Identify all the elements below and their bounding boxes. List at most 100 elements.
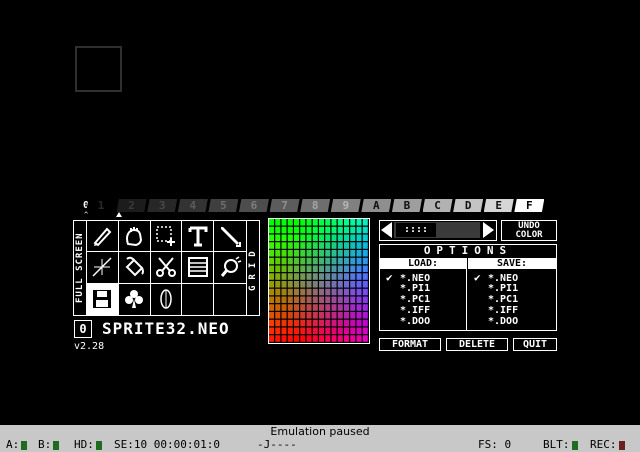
color-swatch[interactable]	[337, 319, 343, 327]
color-swatch[interactable]	[281, 327, 287, 335]
color-swatch[interactable]	[350, 281, 356, 288]
color-swatch[interactable]	[275, 304, 281, 311]
color-swatch[interactable]	[337, 242, 343, 249]
arrow-right-icon[interactable]	[483, 222, 494, 238]
color-swatch[interactable]	[350, 327, 356, 335]
palette-tab[interactable]: 2	[116, 199, 147, 212]
layer-badge[interactable]: 0	[74, 320, 92, 338]
color-swatch[interactable]	[269, 234, 275, 242]
color-swatch[interactable]	[300, 281, 306, 288]
color-swatch[interactable]	[294, 281, 300, 288]
tool-paint-bucket[interactable]	[118, 252, 151, 284]
color-swatch[interactable]	[325, 296, 331, 304]
color-swatch[interactable]	[331, 319, 337, 327]
color-swatch[interactable]	[319, 312, 325, 319]
color-swatch[interactable]	[287, 226, 293, 234]
color-swatch[interactable]	[306, 296, 312, 304]
color-swatch[interactable]	[300, 327, 306, 335]
color-swatch[interactable]	[362, 312, 368, 319]
color-swatch[interactable]	[287, 265, 293, 273]
color-swatch[interactable]	[331, 327, 337, 335]
color-swatch[interactable]	[294, 335, 300, 342]
color-swatch[interactable]	[337, 288, 343, 296]
color-swatch[interactable]	[319, 250, 325, 257]
color-swatch[interactable]	[356, 312, 362, 319]
color-swatch[interactable]	[306, 319, 312, 327]
color-swatch[interactable]	[319, 304, 325, 311]
color-swatch[interactable]	[294, 288, 300, 296]
color-swatch[interactable]	[275, 226, 281, 234]
color-swatch[interactable]	[350, 296, 356, 304]
color-swatch[interactable]	[350, 265, 356, 273]
palette-tab[interactable]: 4	[177, 199, 208, 212]
color-swatch[interactable]	[344, 281, 350, 288]
color-swatch[interactable]	[281, 242, 287, 249]
color-swatch[interactable]	[362, 296, 368, 304]
color-swatch[interactable]	[350, 288, 356, 296]
color-swatch[interactable]	[306, 265, 312, 273]
color-swatch[interactable]	[319, 273, 325, 280]
color-swatch[interactable]	[294, 242, 300, 249]
color-swatch[interactable]	[356, 281, 362, 288]
color-swatch[interactable]	[350, 304, 356, 311]
color-swatch[interactable]	[269, 288, 275, 296]
palette-tab[interactable]: 7	[269, 199, 300, 212]
color-swatch[interactable]	[319, 296, 325, 304]
color-swatch[interactable]	[300, 296, 306, 304]
color-swatch[interactable]	[306, 327, 312, 335]
color-swatch[interactable]	[337, 265, 343, 273]
save-option[interactable]: ✔ *.NEO	[474, 272, 554, 284]
color-swatch[interactable]	[344, 219, 350, 226]
color-swatch[interactable]	[312, 327, 318, 335]
color-swatch[interactable]	[294, 327, 300, 335]
full-screen-toggle[interactable]: FULL SCREEN	[73, 220, 87, 316]
color-swatch[interactable]	[312, 250, 318, 257]
load-option[interactable]: ✔ *.NEO	[386, 272, 464, 284]
color-swatch[interactable]	[331, 234, 337, 242]
color-swatch[interactable]	[281, 312, 287, 319]
palette-tab[interactable]: A	[361, 199, 392, 212]
color-swatch[interactable]	[269, 327, 275, 335]
color-swatch[interactable]	[331, 265, 337, 273]
save-option[interactable]: *.PI1	[474, 283, 554, 294]
color-swatch[interactable]	[319, 265, 325, 273]
color-swatch[interactable]	[337, 226, 343, 234]
color-swatch[interactable]	[356, 257, 362, 265]
color-swatch[interactable]	[350, 234, 356, 242]
color-swatch[interactable]	[269, 226, 275, 234]
color-swatch[interactable]	[306, 250, 312, 257]
color-swatch[interactable]	[325, 288, 331, 296]
color-swatch[interactable]	[306, 312, 312, 319]
color-swatch[interactable]	[331, 288, 337, 296]
palette-tab[interactable]: 9	[330, 199, 361, 212]
color-swatch[interactable]	[325, 234, 331, 242]
color-swatch[interactable]	[356, 288, 362, 296]
tool-window[interactable]	[182, 252, 215, 284]
color-swatch[interactable]	[350, 219, 356, 226]
color-swatch[interactable]	[312, 226, 318, 234]
color-swatch[interactable]	[344, 265, 350, 273]
save-option[interactable]: *.IFF	[474, 305, 554, 316]
color-swatch[interactable]	[319, 335, 325, 342]
color-picker[interactable]	[268, 218, 370, 344]
color-swatch[interactable]	[269, 281, 275, 288]
color-swatch[interactable]	[356, 273, 362, 280]
color-swatch[interactable]	[275, 312, 281, 319]
color-swatch[interactable]	[337, 219, 343, 226]
color-swatch[interactable]	[294, 312, 300, 319]
tool-brush[interactable]	[214, 221, 246, 253]
color-swatch[interactable]	[281, 296, 287, 304]
color-swatch[interactable]	[312, 304, 318, 311]
color-swatch[interactable]	[331, 226, 337, 234]
color-swatch[interactable]	[287, 327, 293, 335]
color-swatch[interactable]	[269, 296, 275, 304]
color-swatch[interactable]	[337, 304, 343, 311]
save-option[interactable]: *.PC1	[474, 294, 554, 305]
color-swatch[interactable]	[275, 242, 281, 249]
color-swatch[interactable]	[275, 257, 281, 265]
color-swatch[interactable]	[325, 281, 331, 288]
color-swatch[interactable]	[281, 265, 287, 273]
palette-tab[interactable]: 8	[300, 199, 331, 212]
color-swatch[interactable]	[337, 234, 343, 242]
color-swatch[interactable]	[344, 288, 350, 296]
